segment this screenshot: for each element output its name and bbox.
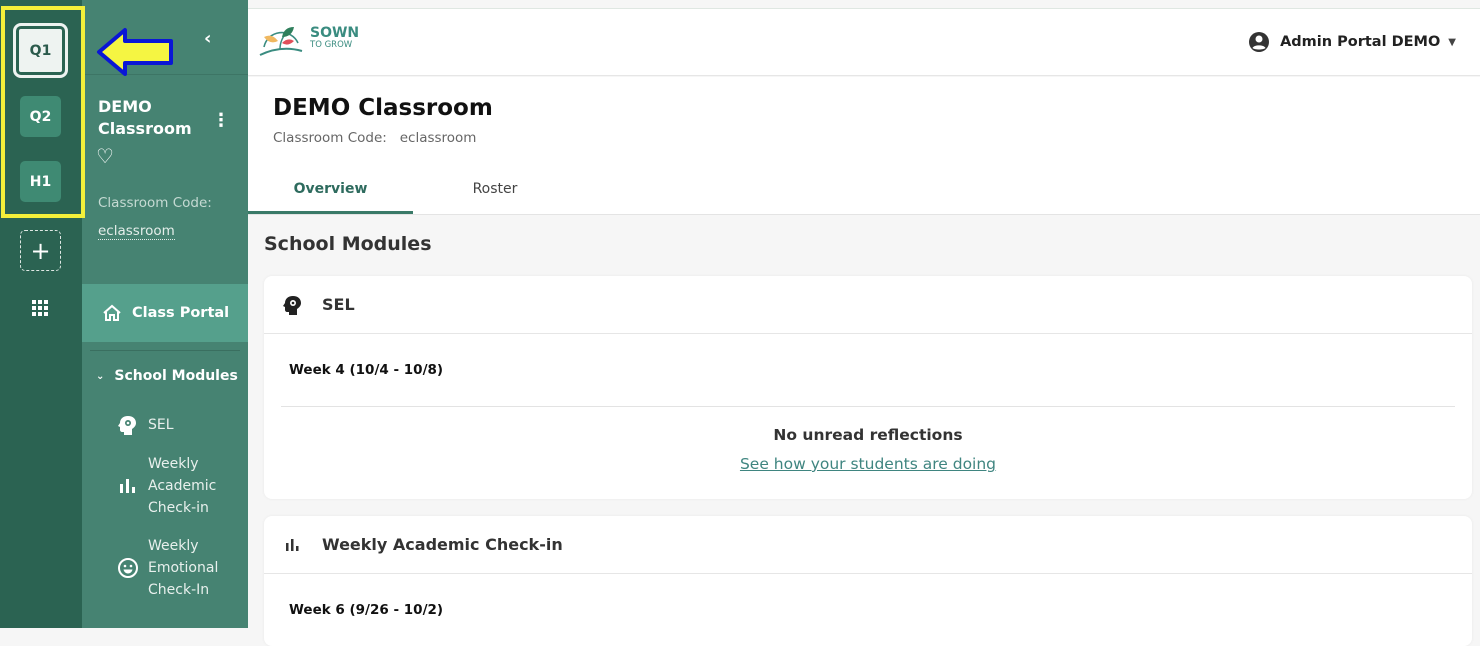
week-label: Week 4 (10/4 - 10/8) (289, 362, 444, 378)
quarter-button-q1[interactable]: Q1 (13, 23, 68, 78)
sidebar-code-value[interactable]: eclassroom (98, 223, 175, 240)
logo-text-sown: SOWN (310, 25, 360, 41)
empty-state-title: No unread reflections (773, 426, 963, 444)
classroom-sidebar: ‹ DEMO Classroom ⋮ ♡ Classroom Code: ecl… (82, 0, 248, 628)
class-title-line2: Classroom (98, 119, 192, 138)
sidebar-school-modules-toggle[interactable]: ⌄ School Modules (96, 368, 238, 384)
classroom-code: Classroom Code: eclassroom (273, 130, 476, 146)
active-tab-indicator (248, 211, 413, 214)
more-options-icon[interactable]: ⋮ (212, 110, 230, 131)
sel-label: SEL (148, 417, 174, 433)
week-label: Week 6 (9/26 - 10/2) (289, 602, 444, 618)
page-title: DEMO Classroom (273, 95, 493, 121)
tab-roster[interactable]: Roster (440, 181, 550, 197)
home-icon (103, 304, 121, 321)
weekly-emotional-label: Weekly Emotional Check-In (148, 538, 219, 598)
user-menu[interactable]: Admin Portal DEMO ▼ (1248, 31, 1456, 53)
head-gear-icon (116, 414, 140, 436)
module-card-weekly-academic: Weekly Academic Check-in Week 6 (9/26 - … (264, 516, 1472, 646)
classroom-code-label: Classroom Code: (273, 130, 387, 146)
class-portal-label: Class Portal (132, 305, 230, 321)
sidebar-item-weekly-academic[interactable]: Weekly Academic Check-in (116, 453, 216, 519)
chevron-down-icon: ⌄ (96, 370, 105, 382)
class-title-line1: DEMO (98, 97, 152, 116)
section-title: School Modules (264, 233, 432, 255)
bar-chart-icon (280, 538, 306, 551)
card-divider (281, 406, 1455, 407)
card-header: SEL (264, 276, 1472, 334)
apps-grid-icon[interactable] (32, 300, 48, 316)
sidebar-class-title: DEMO Classroom (98, 96, 192, 140)
collapse-sidebar-icon[interactable]: ‹ (204, 28, 211, 49)
card-header: Weekly Academic Check-in (264, 516, 1472, 574)
quarter-button-h1[interactable]: H1 (20, 161, 61, 202)
see-students-link[interactable]: See how your students are doing (740, 455, 996, 473)
annotation-arrow-icon (97, 28, 173, 76)
add-classroom-button[interactable]: + (20, 230, 61, 271)
tab-overview[interactable]: Overview (248, 181, 413, 197)
classroom-header: DEMO Classroom Classroom Code: eclassroo… (248, 77, 1480, 215)
smiley-icon (116, 557, 140, 579)
quarter-button-q2[interactable]: Q2 (20, 96, 61, 137)
classroom-code-value: eclassroom (399, 130, 477, 146)
quarter-rail: Q1 Q2 H1 + (0, 0, 82, 628)
caret-down-icon: ▼ (1448, 36, 1456, 48)
user-menu-label: Admin Portal DEMO (1280, 34, 1441, 50)
sidebar-item-class-portal[interactable]: Class Portal (82, 284, 248, 342)
sidebar-item-sel[interactable]: SEL (116, 414, 174, 436)
school-modules-label: School Modules (114, 368, 238, 384)
favorite-heart-icon[interactable]: ♡ (96, 144, 114, 168)
top-bar: SOWN TO GROW Admin Portal DEMO ▼ (248, 8, 1480, 76)
bar-chart-icon (116, 479, 140, 493)
sprout-logo-icon (259, 27, 303, 56)
sidebar-item-weekly-emotional[interactable]: Weekly Emotional Check-In (116, 535, 218, 601)
card-title: SEL (322, 295, 355, 314)
module-card-sel: SEL Week 4 (10/4 - 10/8) No unread refle… (264, 276, 1472, 499)
weekly-academic-label: Weekly Academic Check-in (148, 456, 217, 516)
head-gear-icon (280, 294, 306, 316)
logo-text-to-grow: TO GROW (310, 40, 353, 50)
sidebar-code-label: Classroom Code: (98, 195, 212, 211)
user-account-icon (1249, 32, 1270, 52)
card-title: Weekly Academic Check-in (322, 535, 563, 554)
sidebar-divider (90, 350, 240, 351)
sown-to-grow-logo[interactable]: SOWN TO GROW (258, 21, 359, 57)
